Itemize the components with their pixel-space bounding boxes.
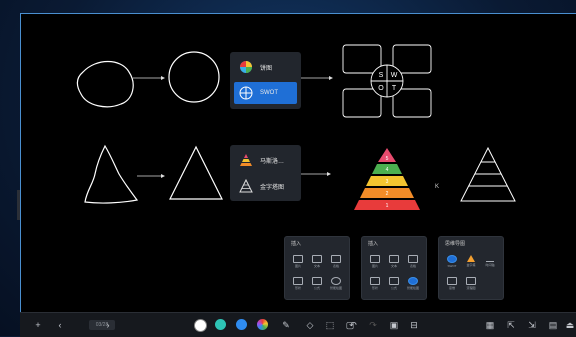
arrow-head (327, 172, 331, 176)
panel-item[interactable]: 形状 (366, 275, 384, 293)
save-icon[interactable]: ▤ (546, 318, 560, 332)
suggestion-swot[interactable]: SWOT (234, 82, 297, 104)
swot-icon (238, 85, 254, 101)
redo-icon[interactable]: ↷ (366, 318, 380, 332)
pie-chart-icon (238, 59, 254, 75)
panel-item[interactable]: 图片 (366, 253, 384, 271)
hand-drawn-circle (76, 60, 134, 108)
bottom-toolbar: + ‹ 03/28 › ✎ ◇ ⬚ ▢ ↶ ↷ ▣ ⊟ ▦ ⇱ ⇲ ▤ ⏏ (20, 312, 576, 337)
panel-item[interactable]: 思维 (443, 275, 461, 293)
smart-draw-icon (408, 277, 418, 285)
pyramid-level-4: 4 (386, 167, 389, 173)
panel-title: 插入 (291, 241, 302, 247)
table-icon (331, 255, 341, 263)
insert-panel-1: 插入 图片 文本 表格 形状 公式 智能绘图 (284, 236, 350, 300)
add-page-button[interactable]: + (31, 318, 45, 332)
pen-icon[interactable]: ✎ (279, 318, 293, 332)
arrow-head (161, 76, 165, 80)
swot-letter-o: O (378, 85, 384, 92)
swot-letter-s: S (379, 72, 384, 79)
exit-icon[interactable]: ⏏ (563, 318, 576, 332)
arrow-head (329, 76, 333, 80)
import-icon[interactable]: ⇲ (525, 318, 539, 332)
pyramid-level-2: 2 (386, 191, 389, 197)
insert-icon[interactable]: ▣ (387, 318, 401, 332)
shape-icon (370, 277, 380, 285)
colored-pyramid-icon (238, 152, 254, 168)
shape-suggestion-popup-1: 饼图 SWOT (230, 52, 301, 109)
eraser-icon[interactable]: ◇ (303, 318, 317, 332)
panel-item[interactable]: 金字塔 (462, 253, 480, 271)
suggestion-swot-label: SWOT (260, 90, 278, 96)
suggestion-maslow-label: 马斯洛… (260, 158, 285, 165)
panel-item[interactable]: 公式 (385, 275, 403, 293)
panel-item[interactable]: 智能绘图 (404, 275, 422, 293)
select-icon[interactable]: ⬚ (323, 318, 337, 332)
pyramid-icon (467, 255, 475, 262)
panel-title: 思维导图 (445, 241, 466, 247)
mindmap-panel: 思维导图 SWOT 金字塔 时间轴 思维 流程图 (438, 236, 504, 300)
text-icon (389, 255, 399, 263)
panel-item[interactable]: 表格 (327, 253, 345, 271)
formula-icon (389, 277, 399, 285)
suggestion-pie-chart[interactable]: 饼图 (234, 56, 297, 78)
panel-item[interactable]: 文本 (385, 253, 403, 271)
grid-icon[interactable]: ▦ (483, 318, 497, 332)
panel-item[interactable]: 表格 (404, 253, 422, 271)
insert-panel-2: 插入 图片 文本 表格 形状 公式 智能绘图 (361, 236, 427, 300)
suggestion-pyramid-label: 金字塔图 (260, 184, 285, 191)
teal-color-dot[interactable] (215, 319, 226, 330)
suggestion-pie-label: 饼图 (260, 65, 273, 72)
swot-icon (447, 255, 457, 263)
panel-item[interactable]: 智能绘图 (327, 275, 345, 293)
swot-letter-w: W (391, 72, 398, 79)
palette-color-dot[interactable] (257, 319, 268, 330)
flowchart-icon (466, 277, 476, 285)
panel-item[interactable]: SWOT (443, 253, 461, 271)
perfect-triangle (169, 145, 223, 200)
image-icon (370, 255, 380, 263)
pyramid-outline-icon (238, 178, 254, 194)
outline-pyramid (460, 146, 516, 202)
perfect-circle (168, 51, 220, 103)
text-icon (312, 255, 322, 263)
swot-diagram (342, 44, 432, 118)
panel-title: 插入 (368, 241, 379, 247)
mindmap-icon (447, 277, 457, 285)
panel-item[interactable]: 时间轴 (481, 253, 499, 271)
arrow-head (161, 174, 165, 178)
swot-letter-t: T (392, 85, 397, 92)
table-icon (408, 255, 418, 263)
next-page-button[interactable]: › (101, 318, 115, 332)
pyramid-level-5: 5 (386, 156, 389, 162)
pen-mark: K (435, 184, 439, 190)
timeline-icon (486, 255, 494, 262)
export-icon[interactable]: ⇱ (504, 318, 518, 332)
panel-item[interactable]: 图片 (289, 253, 307, 271)
panel-item[interactable]: 公式 (308, 275, 326, 293)
white-color-dot[interactable] (194, 319, 207, 332)
shape-icon (293, 277, 303, 285)
formula-icon (312, 277, 322, 285)
prev-page-button[interactable]: ‹ (53, 318, 67, 332)
panel-item[interactable]: 文本 (308, 253, 326, 271)
toolbox-icon[interactable]: ⊟ (407, 318, 421, 332)
smart-draw-icon (331, 277, 341, 285)
suggestion-maslow[interactable]: 马斯洛… (234, 149, 297, 171)
shape-suggestion-popup-2: 马斯洛… 金字塔图 (230, 145, 301, 201)
pyramid-level-1: 1 (386, 203, 389, 209)
blue-color-dot[interactable] (236, 319, 247, 330)
image-icon (293, 255, 303, 263)
undo-icon[interactable]: ↶ (346, 318, 360, 332)
hand-drawn-triangle (84, 144, 139, 204)
panel-item[interactable]: 形状 (289, 275, 307, 293)
suggestion-pyramid[interactable]: 金字塔图 (234, 175, 297, 197)
pyramid-level-3: 3 (386, 179, 389, 185)
panel-item[interactable]: 流程图 (462, 275, 480, 293)
